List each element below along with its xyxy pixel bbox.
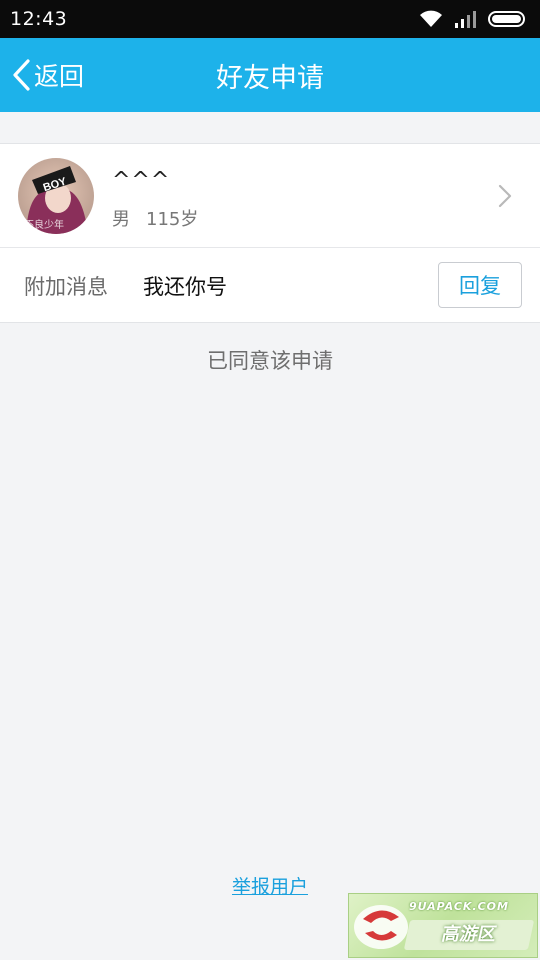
attached-message-text: 我还你号 <box>143 274 227 299</box>
user-name: ^^^ <box>112 168 171 193</box>
report-user-link[interactable]: 举报用户 <box>232 876 308 898</box>
status-time: 12:43 <box>10 8 68 30</box>
user-age: 115岁 <box>146 209 199 230</box>
signal-icon <box>455 11 476 28</box>
watermark-logo-icon <box>354 905 408 949</box>
user-gender: 男 <box>112 209 130 230</box>
back-button[interactable]: 返回 <box>10 38 84 112</box>
title-bar: 返回 好友申请 <box>0 38 540 112</box>
battery-icon <box>488 11 525 27</box>
attached-message-label: 附加消息 <box>24 274 108 299</box>
watermark-top-text: 9UAPACK.COM <box>409 900 509 913</box>
svg-text:不良少年: 不良少年 <box>24 218 64 231</box>
friend-request-screen: 12:43 返回 好友申请 BOY 不良少年 ^^^ 男 115岁 附加消息 我… <box>0 0 540 960</box>
wifi-icon <box>420 10 442 27</box>
chevron-left-icon <box>13 59 30 91</box>
status-bar: 12:43 <box>0 0 540 38</box>
user-profile-row[interactable]: BOY 不良少年 ^^^ 男 115岁 <box>0 143 540 248</box>
request-status-text: 已同意该申请 <box>207 349 333 373</box>
status-icons <box>418 9 528 29</box>
reply-button[interactable]: 回复 <box>438 262 522 308</box>
back-label: 返回 <box>34 62 85 91</box>
user-meta: 男 115岁 <box>112 205 198 231</box>
attached-message-row: 附加消息 我还你号 回复 <box>0 248 540 323</box>
chevron-right-icon <box>498 184 512 208</box>
avatar: BOY 不良少年 <box>18 158 94 234</box>
watermark: 9UAPACK.COM 高游区 <box>348 893 538 958</box>
watermark-bottom-text: 高游区 <box>403 920 535 950</box>
